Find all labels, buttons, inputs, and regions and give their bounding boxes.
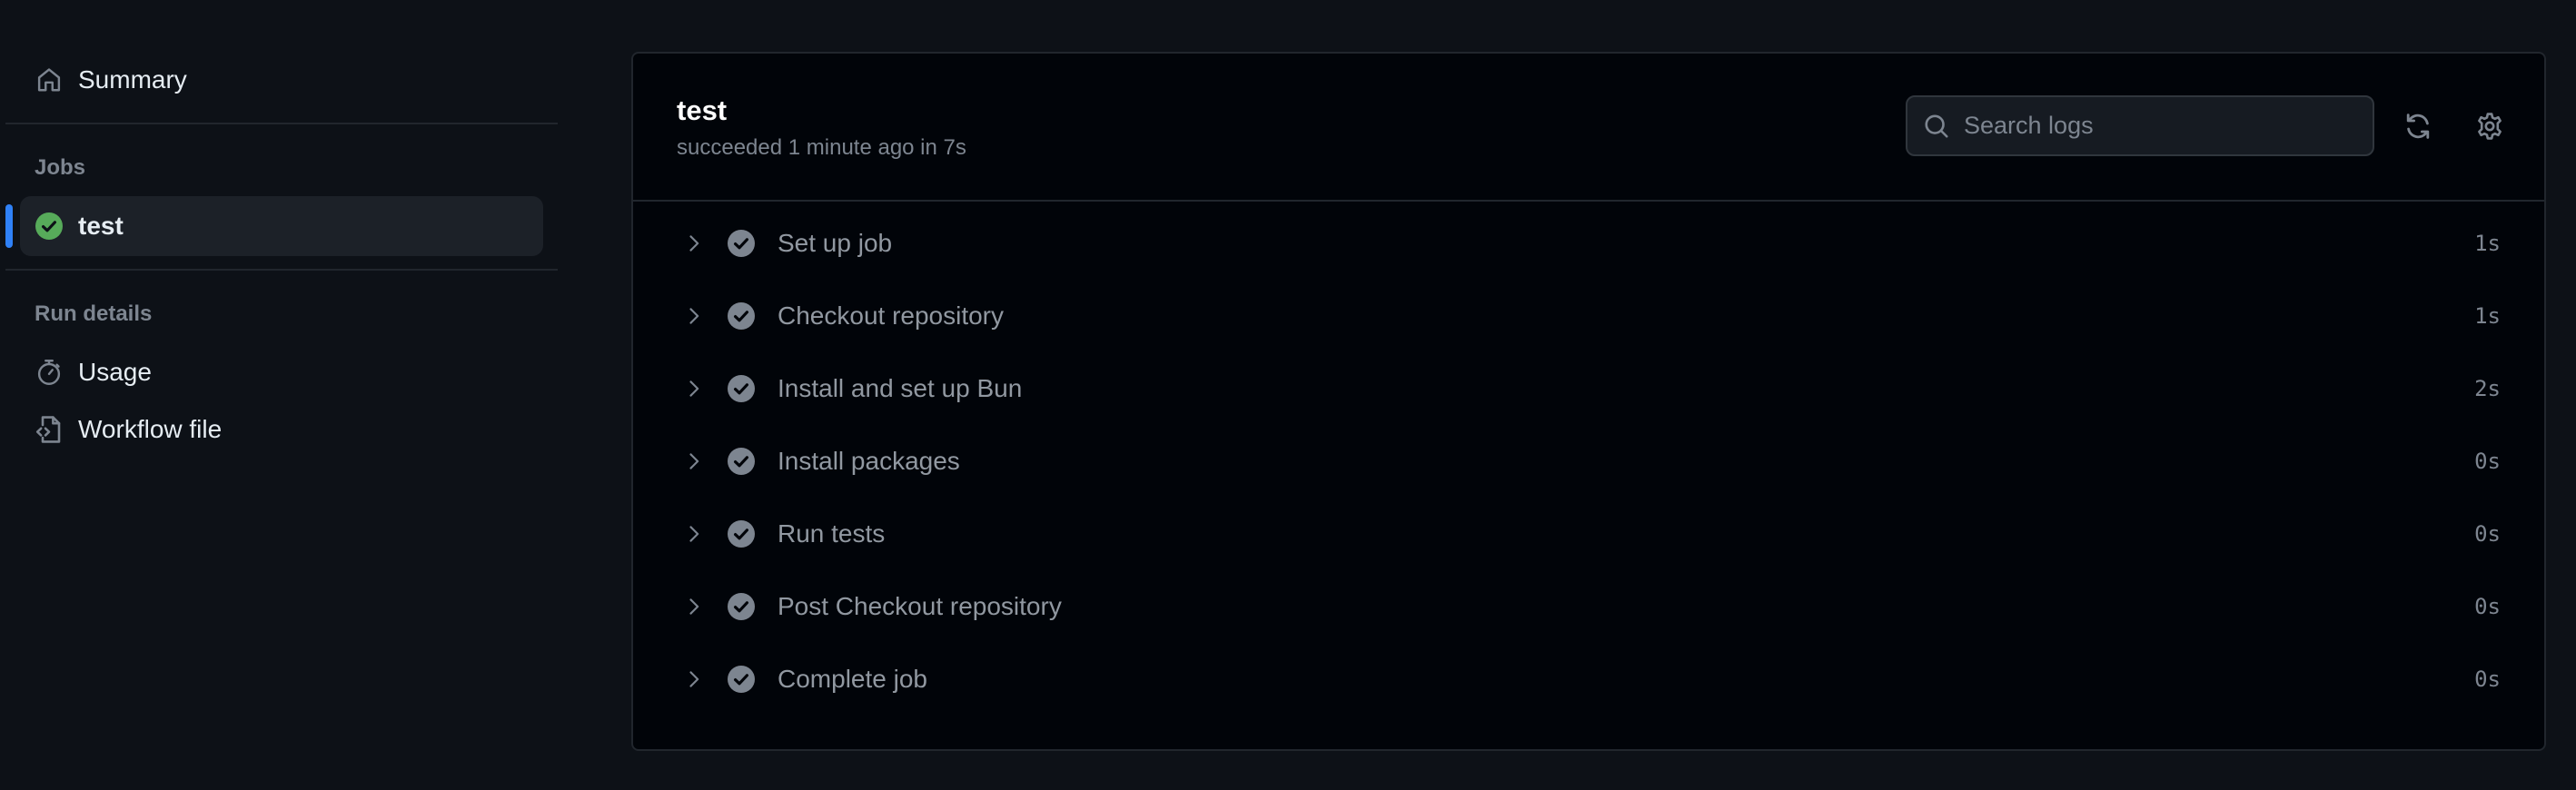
check-circle-fill-icon xyxy=(727,447,756,476)
job-header: test succeeded 1 minute ago in 7s xyxy=(633,54,2544,202)
sidebar-item-workflow-file[interactable]: Workflow file xyxy=(20,403,543,456)
jobs-heading: Jobs xyxy=(35,155,86,180)
run-details-heading: Run details xyxy=(35,301,153,326)
step-name: Install and set up Bun xyxy=(778,374,1023,402)
step-duration: 0s xyxy=(2474,667,2501,692)
check-circle-fill-icon xyxy=(727,592,756,621)
chevron-right-icon[interactable] xyxy=(682,232,706,255)
chevron-right-icon[interactable] xyxy=(682,377,706,400)
sidebar-item-label: test xyxy=(78,212,124,240)
job-status-text: succeeded 1 minute ago in 7s xyxy=(677,135,966,160)
step-duration: 0s xyxy=(2474,521,2501,547)
refresh-button[interactable] xyxy=(2400,110,2436,146)
sidebar-item-job-test[interactable]: test xyxy=(20,196,543,256)
job-log-panel: test succeeded 1 minute ago in 7s Search… xyxy=(631,52,2546,751)
refresh-icon xyxy=(2403,112,2432,145)
sidebar-item-label: Workflow file xyxy=(78,415,223,443)
step-row[interactable]: Run tests 0s xyxy=(633,502,2544,566)
step-row[interactable]: Checkout repository 1s xyxy=(633,284,2544,348)
step-row[interactable]: Install and set up Bun 2s xyxy=(633,357,2544,420)
step-duration: 0s xyxy=(2474,594,2501,619)
sidebar-item-usage[interactable]: Usage xyxy=(20,346,543,399)
step-duration: 1s xyxy=(2474,303,2501,329)
check-circle-fill-icon xyxy=(35,212,64,241)
search-icon xyxy=(1922,112,1951,141)
chevron-right-icon[interactable] xyxy=(682,667,706,691)
chevron-right-icon[interactable] xyxy=(682,304,706,328)
check-circle-fill-icon xyxy=(727,301,756,331)
stopwatch-icon xyxy=(35,358,64,387)
step-row[interactable]: Install packages 0s xyxy=(633,430,2544,493)
step-name: Complete job xyxy=(778,665,927,693)
file-code-icon xyxy=(35,415,64,444)
step-name: Run tests xyxy=(778,519,886,548)
step-name: Set up job xyxy=(778,229,893,257)
check-circle-fill-icon xyxy=(727,229,756,258)
step-name: Checkout repository xyxy=(778,301,1005,330)
step-duration: 0s xyxy=(2474,449,2501,474)
step-row[interactable]: Post Checkout repository 0s xyxy=(633,575,2544,638)
step-row[interactable]: Set up job 1s xyxy=(633,212,2544,275)
step-row[interactable]: Complete job 0s xyxy=(633,647,2544,711)
home-icon xyxy=(35,65,64,94)
sidebar-item-label: Summary xyxy=(78,65,187,94)
job-title: test xyxy=(677,94,728,126)
step-duration: 2s xyxy=(2474,376,2501,401)
check-circle-fill-icon xyxy=(727,519,756,548)
chevron-right-icon[interactable] xyxy=(682,595,706,618)
step-duration: 1s xyxy=(2474,231,2501,256)
chevron-right-icon[interactable] xyxy=(682,449,706,473)
search-logs-field[interactable] xyxy=(1906,95,2374,156)
gear-icon xyxy=(2475,112,2504,145)
settings-button[interactable] xyxy=(2472,110,2508,146)
chevron-right-icon[interactable] xyxy=(682,522,706,546)
selected-indicator xyxy=(5,204,13,248)
sidebar-divider xyxy=(5,123,558,124)
sidebar-item-summary[interactable]: Summary xyxy=(20,54,543,106)
sidebar-item-label: Usage xyxy=(78,358,152,386)
check-circle-fill-icon xyxy=(727,374,756,403)
search-logs-input[interactable] xyxy=(1962,111,2373,141)
step-name: Install packages xyxy=(778,447,960,475)
step-name: Post Checkout repository xyxy=(778,592,1062,620)
check-circle-fill-icon xyxy=(727,665,756,694)
sidebar-divider xyxy=(5,269,558,271)
